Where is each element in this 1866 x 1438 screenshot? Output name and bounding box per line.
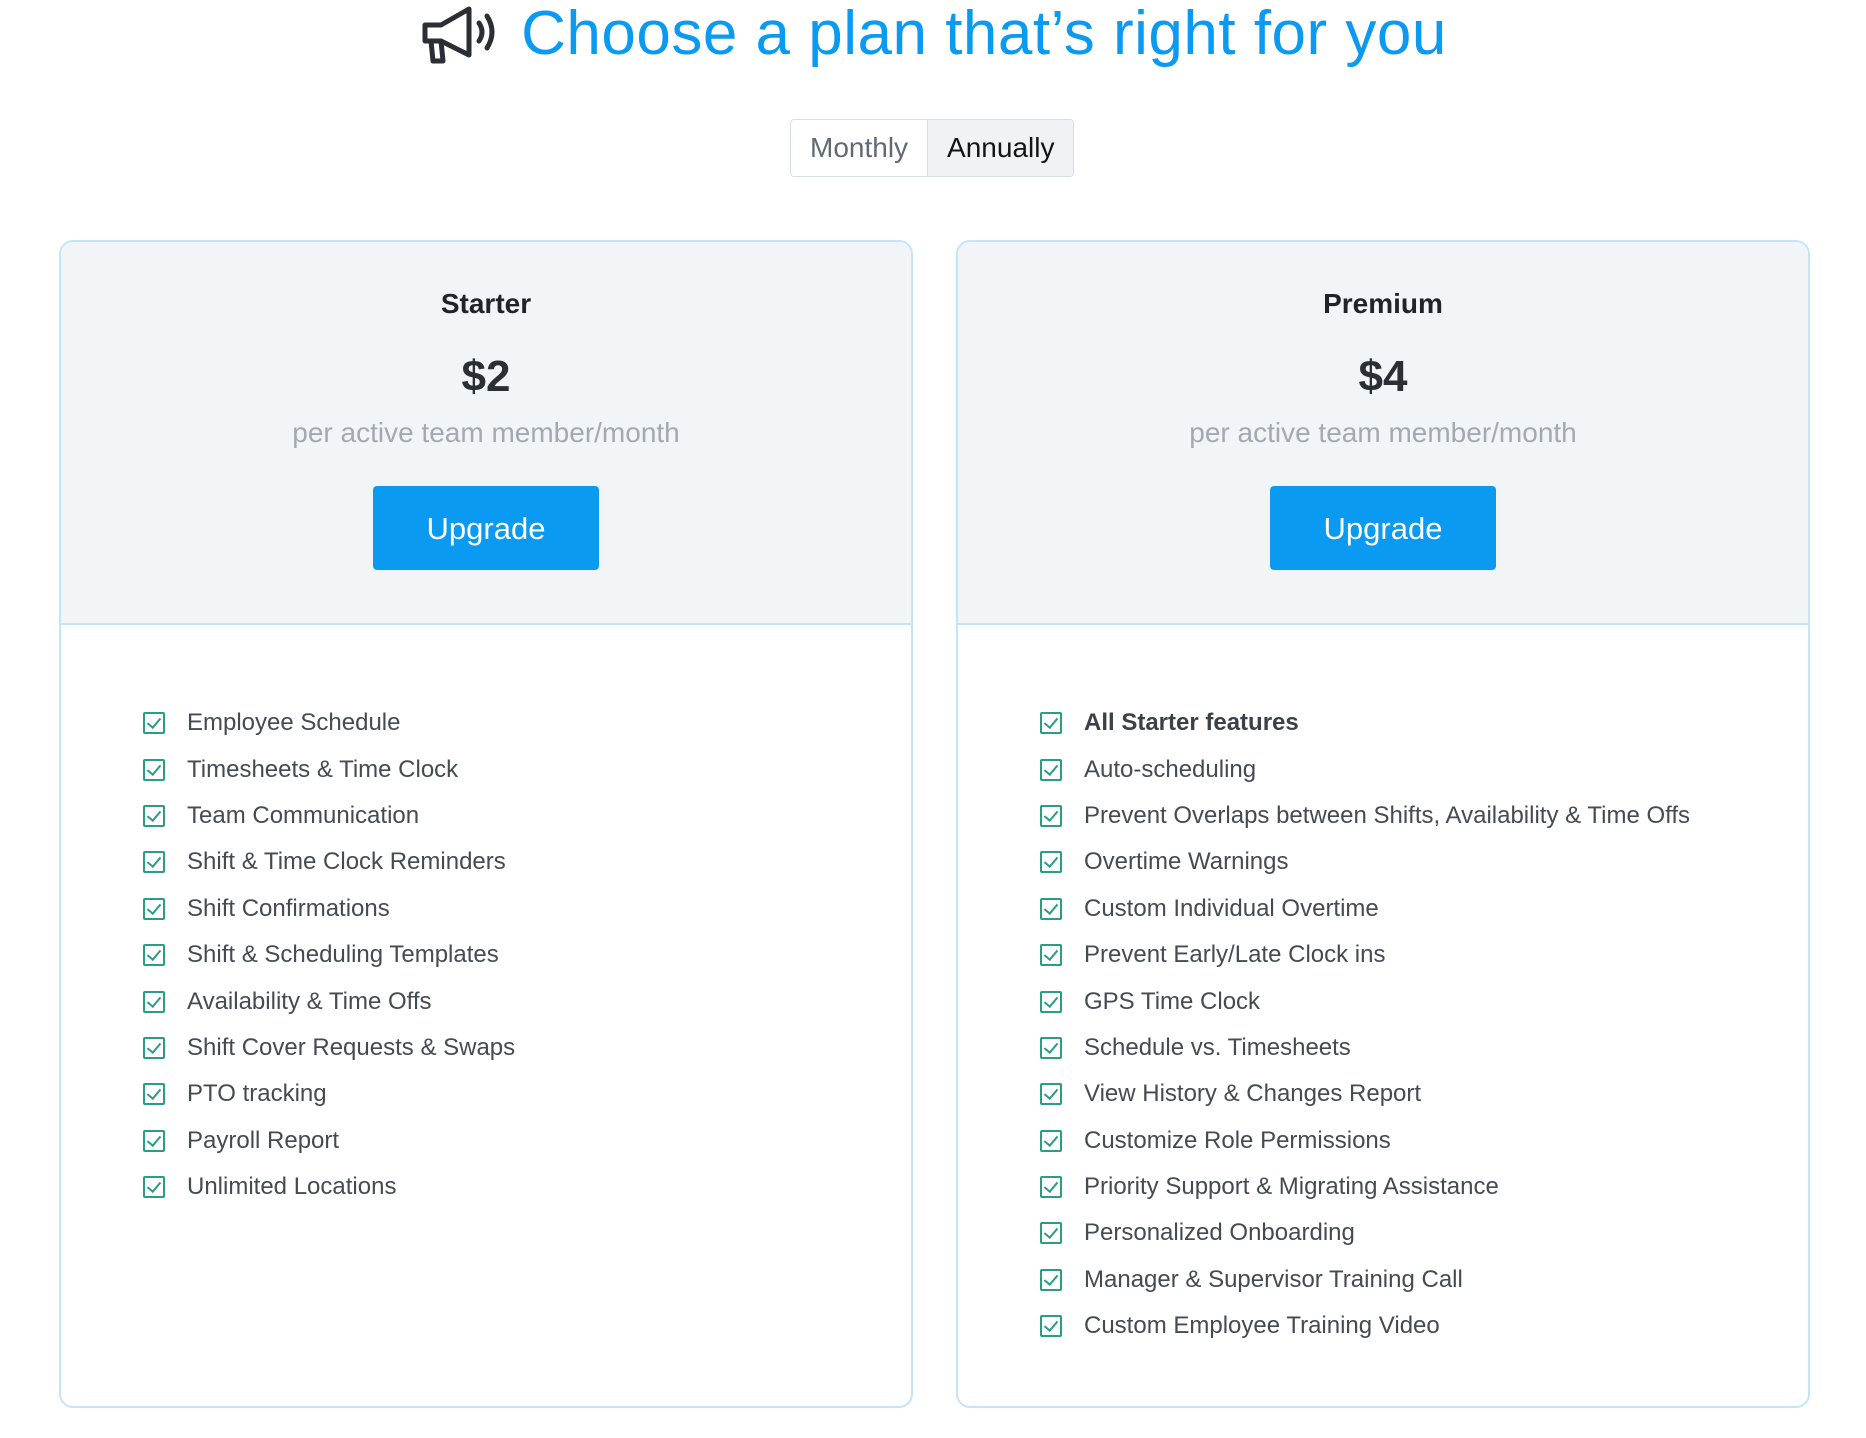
upgrade-button-starter[interactable]: Upgrade — [373, 486, 599, 570]
feature-item: Shift & Scheduling Templates — [143, 932, 515, 978]
feature-item: Overtime Warnings — [1040, 839, 1690, 885]
checkbox-checked-icon — [143, 851, 165, 874]
toggle-monthly-button[interactable]: Monthly — [791, 120, 928, 176]
checkbox-checked-icon — [143, 1129, 165, 1152]
feature-item: Team Communication — [143, 793, 515, 839]
plan-name: Premium — [1323, 288, 1443, 319]
feature-item: Prevent Overlaps between Shifts, Availab… — [1040, 793, 1690, 839]
page-header: Choose a plan that’s right for you — [0, 0, 1866, 68]
feature-label: Auto-scheduling — [1084, 755, 1257, 783]
feature-label: Priority Support & Migrating Assistance — [1084, 1173, 1499, 1201]
feature-item: Schedule vs. Timesheets — [1040, 1025, 1690, 1071]
feature-list: Employee Schedule Timesheets & Time Clock… — [143, 700, 515, 1210]
plan-name: Starter — [440, 288, 532, 319]
feature-item: Personalized Onboarding — [1040, 1210, 1690, 1256]
feature-item: View History & Changes Report — [1040, 1071, 1690, 1117]
feature-item: Custom Individual Overtime — [1040, 886, 1690, 932]
feature-label: Shift Cover Requests & Swaps — [187, 1033, 516, 1061]
toggle-annually-button[interactable]: Annually — [927, 120, 1074, 176]
feature-item: Timesheets & Time Clock — [143, 746, 515, 792]
feature-item: Unlimited Locations — [143, 1164, 515, 1210]
feature-item: Customize Role Permissions — [1040, 1118, 1690, 1164]
feature-item: GPS Time Clock — [1040, 978, 1690, 1024]
feature-label: Payroll Report — [187, 1126, 340, 1154]
feature-item: Prevent Early/Late Clock ins — [1040, 932, 1690, 978]
feature-label: Overtime Warnings — [1084, 848, 1289, 876]
feature-item: PTO tracking — [143, 1071, 515, 1117]
page-title: Choose a plan that’s right for you — [521, 0, 1447, 68]
feature-item: Manager & Supervisor Training Call — [1040, 1257, 1690, 1303]
megaphone-icon — [422, 6, 495, 64]
plan-card-header: Starter $2 per active team member/month … — [61, 242, 911, 625]
feature-item: Shift & Time Clock Reminders — [143, 839, 515, 885]
feature-label: Prevent Overlaps between Shifts, Availab… — [1084, 801, 1691, 829]
checkbox-checked-icon — [143, 897, 165, 920]
plan-price: $2 — [461, 352, 511, 401]
feature-label: Prevent Early/Late Clock ins — [1084, 941, 1386, 969]
feature-label: Schedule vs. Timesheets — [1084, 1033, 1351, 1061]
checkbox-checked-icon — [143, 804, 165, 827]
feature-item: Availability & Time Offs — [143, 978, 515, 1024]
checkbox-checked-icon — [1040, 1222, 1062, 1245]
feature-item: Employee Schedule — [143, 700, 515, 746]
feature-label: Shift & Scheduling Templates — [187, 941, 499, 969]
feature-label: PTO tracking — [187, 1080, 327, 1108]
billing-period-toggle: Monthly Annually — [790, 119, 1075, 177]
feature-label: View History & Changes Report — [1084, 1080, 1422, 1108]
feature-label: All Starter features — [1084, 709, 1299, 737]
feature-label: Manager & Supervisor Training Call — [1084, 1265, 1463, 1293]
feature-label: Custom Employee Training Video — [1084, 1312, 1440, 1340]
checkbox-checked-icon — [1040, 1083, 1062, 1106]
checkbox-checked-icon — [143, 758, 165, 781]
checkbox-checked-icon — [1040, 712, 1062, 735]
checkbox-checked-icon — [1040, 1176, 1062, 1199]
feature-item: All Starter features — [1040, 700, 1690, 746]
checkbox-checked-icon — [143, 1083, 165, 1106]
feature-item: Shift Cover Requests & Swaps — [143, 1025, 515, 1071]
plan-card-premium: Premium $4 per active team member/month … — [956, 240, 1810, 1408]
upgrade-button-premium[interactable]: Upgrade — [1270, 486, 1496, 570]
checkbox-checked-icon — [1040, 990, 1062, 1013]
feature-label: Unlimited Locations — [187, 1173, 397, 1201]
feature-label: Team Communication — [187, 801, 420, 829]
feature-item: Priority Support & Migrating Assistance — [1040, 1164, 1690, 1210]
checkbox-checked-icon — [143, 1036, 165, 1059]
feature-list: All Starter features Auto-scheduling Preve… — [1040, 700, 1690, 1349]
feature-label: Employee Schedule — [187, 709, 401, 737]
feature-item: Auto-scheduling — [1040, 746, 1690, 792]
checkbox-checked-icon — [143, 990, 165, 1013]
checkbox-checked-icon — [1040, 897, 1062, 920]
feature-label: Shift Confirmations — [187, 894, 390, 922]
plan-price-unit: per active team member/month — [1189, 417, 1577, 448]
feature-label: Shift & Time Clock Reminders — [187, 848, 506, 876]
feature-label: Customize Role Permissions — [1084, 1126, 1391, 1154]
feature-item: Shift Confirmations — [143, 886, 515, 932]
checkbox-checked-icon — [143, 1176, 165, 1199]
checkbox-checked-icon — [1040, 1129, 1062, 1152]
plan-card-starter: Starter $2 per active team member/month … — [59, 240, 913, 1408]
feature-label: Availability & Time Offs — [187, 987, 432, 1015]
feature-label: GPS Time Clock — [1084, 987, 1261, 1015]
checkbox-checked-icon — [1040, 1315, 1062, 1338]
feature-item: Custom Employee Training Video — [1040, 1303, 1690, 1349]
checkbox-checked-icon — [1040, 1268, 1062, 1291]
feature-label: Timesheets & Time Clock — [187, 755, 459, 783]
checkbox-checked-icon — [1040, 944, 1062, 967]
checkbox-checked-icon — [1040, 758, 1062, 781]
checkbox-checked-icon — [1040, 851, 1062, 874]
checkbox-checked-icon — [143, 944, 165, 967]
plan-price: $4 — [1358, 352, 1408, 401]
feature-label: Personalized Onboarding — [1084, 1219, 1355, 1247]
checkbox-checked-icon — [143, 712, 165, 735]
plan-price-unit: per active team member/month — [292, 417, 680, 448]
plan-card-header: Premium $4 per active team member/month … — [958, 242, 1808, 625]
feature-item: Payroll Report — [143, 1118, 515, 1164]
checkbox-checked-icon — [1040, 804, 1062, 827]
checkbox-checked-icon — [1040, 1036, 1062, 1059]
feature-label: Custom Individual Overtime — [1084, 894, 1379, 922]
